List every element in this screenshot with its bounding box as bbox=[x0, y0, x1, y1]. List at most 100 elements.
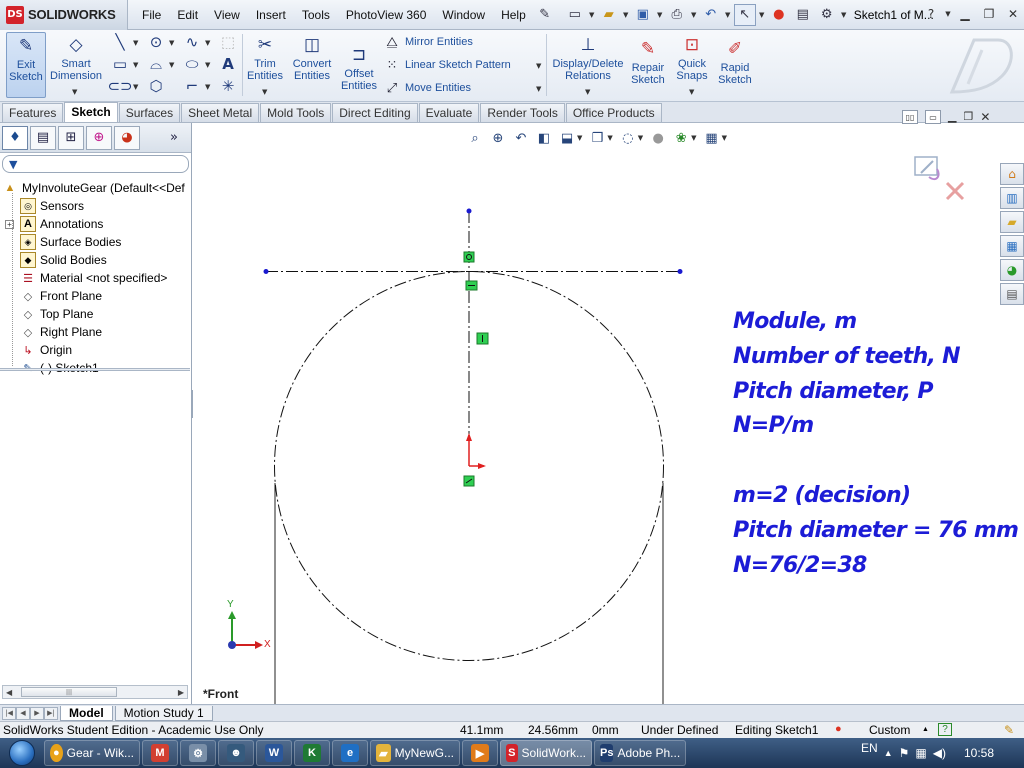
undo-icon[interactable]: ↶ bbox=[700, 4, 722, 26]
chevron-down-icon[interactable]: ▼ bbox=[758, 4, 766, 26]
taskbar-item-network[interactable]: ⚙ bbox=[180, 740, 216, 766]
rapid-sketch-button[interactable]: ✐ Rapid Sketch bbox=[714, 38, 756, 86]
arc-icon[interactable]: ⌓ bbox=[146, 54, 166, 74]
exit-sketch-button[interactable]: ✎ Exit Sketch bbox=[6, 32, 46, 98]
panel-split-divider[interactable] bbox=[0, 368, 190, 371]
tab-model[interactable]: Model bbox=[60, 705, 113, 721]
display-manager-tab-icon[interactable]: ◕ bbox=[114, 125, 140, 150]
smart-dimension-button[interactable]: ◇ Smart Dimension bbox=[50, 34, 102, 82]
file-properties-icon[interactable]: ▤ bbox=[792, 4, 814, 26]
tree-item-sensors[interactable]: ◎ Sensors bbox=[0, 197, 191, 215]
chevron-down-icon[interactable]: ▼ bbox=[169, 61, 174, 69]
offset-entities-button[interactable]: ⊐ Offset Entities bbox=[338, 44, 380, 92]
menu-photoview[interactable]: PhotoView 360 bbox=[338, 0, 435, 30]
linear-sketch-pattern-button[interactable]: ⁙ Linear Sketch Pattern bbox=[384, 57, 511, 73]
tab-direct-editing[interactable]: Direct Editing bbox=[332, 103, 418, 122]
menu-tools[interactable]: Tools bbox=[294, 0, 338, 30]
quick-snaps-button[interactable]: ⊡ Quick Snaps bbox=[672, 34, 712, 82]
network-tray-icon[interactable]: ▦ bbox=[915, 746, 926, 760]
line-icon[interactable]: ╲ bbox=[110, 32, 130, 52]
scroll-left-icon[interactable]: ◀ bbox=[6, 688, 12, 697]
fillet-icon[interactable]: ⌐ bbox=[182, 76, 202, 96]
tree-item-material[interactable]: ☰ Material <not specified> bbox=[0, 269, 191, 287]
chevron-down-icon[interactable]: ▼ bbox=[133, 83, 138, 91]
chevron-down-icon[interactable]: ▼ bbox=[622, 4, 630, 26]
spline-icon[interactable]: ∿ bbox=[182, 32, 202, 52]
chevron-up-icon[interactable]: ▲ bbox=[922, 726, 929, 733]
taskbar-item-gmail[interactable]: M bbox=[142, 740, 178, 766]
chevron-down-icon[interactable]: ▼ bbox=[689, 88, 694, 96]
exit-sketch-confirm-icon[interactable] bbox=[914, 156, 940, 181]
coincident-relation-icon[interactable] bbox=[463, 251, 475, 263]
chevron-down-icon[interactable]: ▼ bbox=[944, 3, 952, 25]
tree-item-right-plane[interactable]: ◇ Right Plane bbox=[0, 323, 191, 341]
show-hidden-icons-icon[interactable]: ▲ bbox=[884, 748, 893, 758]
tree-item-origin[interactable]: ↳ Origin bbox=[0, 341, 191, 359]
scroll-right-icon[interactable]: ▶ bbox=[178, 688, 184, 697]
menu-file[interactable]: File bbox=[134, 0, 169, 30]
taskbar-item-solidworks[interactable]: S SolidWork... bbox=[500, 740, 592, 766]
chevron-down-icon[interactable]: ▼ bbox=[588, 4, 596, 26]
chevron-down-icon[interactable]: ▼ bbox=[690, 4, 698, 26]
chevron-down-icon[interactable]: ▼ bbox=[585, 88, 590, 96]
next-tab-icon[interactable]: ▶ bbox=[30, 706, 44, 720]
tree-item-top-plane[interactable]: ◇ Top Plane bbox=[0, 305, 191, 323]
tab-mold-tools[interactable]: Mold Tools bbox=[260, 103, 332, 122]
property-manager-tab-icon[interactable]: ▤ bbox=[30, 125, 56, 150]
tab-motion-study-1[interactable]: Motion Study 1 bbox=[114, 705, 213, 721]
status-units[interactable]: Custom bbox=[869, 723, 910, 737]
text-tool-icon[interactable]: A bbox=[218, 54, 238, 74]
tab-sketch[interactable]: Sketch bbox=[64, 102, 118, 122]
vertical-relation-icon[interactable] bbox=[476, 332, 489, 345]
taskbar-item-media-player[interactable]: ▶ bbox=[462, 740, 498, 766]
first-tab-icon[interactable]: |◀ bbox=[2, 706, 16, 720]
custom-properties-icon[interactable]: ▤ bbox=[1000, 283, 1024, 305]
chevron-down-icon[interactable]: ▼ bbox=[169, 39, 174, 47]
rectangle-icon[interactable]: ▭ bbox=[110, 54, 130, 74]
language-indicator[interactable]: EN bbox=[861, 741, 878, 755]
chevron-down-icon[interactable]: ▼ bbox=[536, 85, 541, 93]
chevron-right-icon[interactable]: » bbox=[161, 126, 187, 150]
restore-icon[interactable]: ❐ bbox=[963, 110, 973, 124]
appearances-scenes-icon[interactable]: ◕ bbox=[1000, 259, 1024, 281]
dimxpert-tab-icon[interactable]: ⊕ bbox=[86, 125, 112, 150]
tree-filter-input[interactable]: ▼ bbox=[2, 155, 189, 173]
circle-icon[interactable]: ⊙ bbox=[146, 32, 166, 52]
cancel-sketch-icon[interactable] bbox=[945, 181, 965, 201]
options-gear-icon[interactable]: ⚙ bbox=[816, 4, 838, 26]
tile-vertical-icon[interactable]: ▭ bbox=[925, 110, 941, 124]
horizontal-relation-icon[interactable] bbox=[465, 280, 478, 291]
tab-surfaces[interactable]: Surfaces bbox=[118, 103, 181, 122]
view-palette-icon[interactable]: ▦ bbox=[1000, 235, 1024, 257]
menu-edit[interactable]: Edit bbox=[169, 0, 206, 30]
print-icon[interactable]: ⎙ bbox=[666, 4, 688, 26]
previous-tab-icon[interactable]: ◀ bbox=[16, 706, 30, 720]
tab-evaluate[interactable]: Evaluate bbox=[418, 103, 480, 122]
chevron-down-icon[interactable]: ▼ bbox=[724, 4, 732, 26]
close-icon[interactable]: ✕ bbox=[1002, 3, 1024, 25]
taskbar-item-people[interactable]: ☻ bbox=[218, 740, 254, 766]
ellipse-icon[interactable]: ⬭ bbox=[182, 54, 202, 74]
volume-icon[interactable]: ◀) bbox=[933, 746, 946, 760]
feature-manager-tab-icon[interactable]: ♦ bbox=[2, 125, 28, 150]
chevron-down-icon[interactable]: ▼ bbox=[536, 62, 541, 70]
menu-insert[interactable]: Insert bbox=[248, 0, 294, 30]
taskbar-item-photoshop[interactable]: Ps Adobe Ph... bbox=[594, 740, 686, 766]
file-explorer-icon[interactable]: ▰ bbox=[1000, 211, 1024, 233]
menu-help[interactable]: Help bbox=[493, 0, 534, 30]
taskbar-item-chrome[interactable]: ● Gear - Wik... bbox=[44, 740, 140, 766]
tree-item-front-plane[interactable]: ◇ Front Plane bbox=[0, 287, 191, 305]
chevron-down-icon[interactable]: ▼ bbox=[133, 39, 138, 47]
construction-geometry-icon[interactable]: ⬚ bbox=[218, 32, 238, 52]
convert-entities-button[interactable]: ◫ Convert Entities bbox=[288, 34, 336, 82]
centerline-endpoint[interactable] bbox=[263, 269, 269, 274]
sketch-origin-icon[interactable] bbox=[463, 433, 486, 487]
polygon-icon[interactable]: ⬡ bbox=[146, 76, 166, 96]
menu-window[interactable]: Window bbox=[434, 0, 493, 30]
solidworks-resources-icon[interactable]: ⌂ bbox=[1000, 163, 1024, 185]
new-document-icon[interactable]: ▭ bbox=[564, 4, 586, 26]
taskbar-item-ie[interactable]: e bbox=[332, 740, 368, 766]
trim-entities-button[interactable]: ✂ Trim Entities bbox=[246, 34, 284, 82]
open-folder-icon[interactable]: ▰ bbox=[598, 4, 620, 26]
start-button[interactable] bbox=[0, 738, 44, 768]
